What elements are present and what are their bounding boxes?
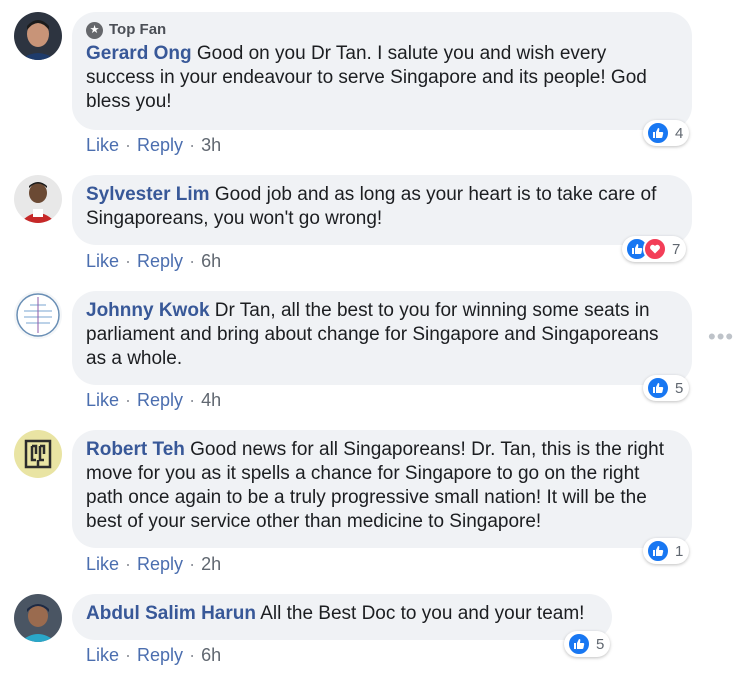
separator-dot: ·	[189, 251, 196, 271]
comment-bubble: ★ Top Fan Gerard Ong Good on you Dr Tan.…	[72, 12, 692, 130]
avatar[interactable]	[14, 291, 62, 339]
comment-timestamp[interactable]: 2h	[201, 554, 221, 574]
separator-dot: ·	[125, 251, 132, 271]
comment-actions: Like · Reply · 2h	[86, 553, 221, 575]
reaction-count: 5	[596, 635, 605, 653]
comment-author[interactable]: Sylvester Lim	[86, 184, 210, 205]
badge-label: Top Fan	[109, 21, 167, 38]
separator-dot: ·	[189, 135, 196, 155]
like-link[interactable]: Like	[86, 554, 119, 574]
comment-bubble: Sylvester Lim Good job and as long as yo…	[72, 175, 692, 245]
comment-author[interactable]: Robert Teh	[86, 439, 185, 460]
comment-timestamp[interactable]: 4h	[201, 390, 221, 410]
reactions-summary[interactable]: 5	[564, 631, 611, 657]
reply-link[interactable]: Reply	[137, 645, 183, 665]
comment-author[interactable]: Abdul Salim Harun	[86, 603, 256, 624]
comment-bubble: Robert Teh Good news for all Singaporean…	[72, 430, 692, 548]
reply-link[interactable]: Reply	[137, 554, 183, 574]
star-badge-icon: ★	[86, 21, 103, 39]
separator-dot: ·	[125, 554, 132, 574]
comment-text: All the Best Doc to you and your team!	[260, 603, 585, 624]
comment-bubble: Abdul Salim Harun All the Best Doc to yo…	[72, 594, 612, 640]
reply-link[interactable]: Reply	[137, 135, 183, 155]
reactions-summary[interactable]: 4	[643, 120, 690, 146]
heart-icon	[643, 237, 667, 261]
reply-link[interactable]: Reply	[137, 390, 183, 410]
comment-author[interactable]: Johnny Kwok	[86, 300, 210, 321]
reaction-count: 5	[675, 379, 684, 397]
separator-dot: ·	[125, 645, 132, 665]
separator-dot: ·	[125, 390, 132, 410]
comment-author[interactable]: Gerard Ong	[86, 43, 192, 64]
comment-actions: Like · Reply · 6h	[86, 250, 221, 272]
comment-actions: Like · Reply · 3h	[86, 134, 221, 156]
comment-timestamp[interactable]: 6h	[201, 645, 221, 665]
comment-actions: Like · Reply · 4h	[86, 389, 221, 411]
avatar[interactable]	[14, 430, 62, 478]
more-options-icon[interactable]: •••	[708, 326, 734, 348]
reply-link[interactable]: Reply	[137, 251, 183, 271]
like-link[interactable]: Like	[86, 251, 119, 271]
thumbs-up-icon	[646, 121, 670, 145]
avatar[interactable]	[14, 12, 62, 60]
reactions-summary[interactable]: 5	[643, 375, 690, 401]
reaction-count: 7	[672, 240, 681, 258]
like-link[interactable]: Like	[86, 135, 119, 155]
like-link[interactable]: Like	[86, 645, 119, 665]
thumbs-up-icon	[646, 376, 670, 400]
avatar[interactable]	[14, 594, 62, 642]
comment-actions: Like · Reply · 6h	[86, 644, 221, 666]
reaction-count: 1	[675, 542, 684, 560]
avatar[interactable]	[14, 175, 62, 223]
comment-bubble: Johnny Kwok Dr Tan, all the best to you …	[72, 291, 692, 385]
top-fan-badge: ★ Top Fan	[86, 20, 678, 40]
reactions-summary[interactable]: 7	[622, 236, 687, 262]
like-link[interactable]: Like	[86, 390, 119, 410]
comment-timestamp[interactable]: 3h	[201, 135, 221, 155]
comment-timestamp[interactable]: 6h	[201, 251, 221, 271]
separator-dot: ·	[189, 390, 196, 410]
reactions-summary[interactable]: 1	[643, 538, 690, 564]
separator-dot: ·	[125, 135, 132, 155]
separator-dot: ·	[189, 645, 196, 665]
separator-dot: ·	[189, 554, 196, 574]
thumbs-up-icon	[567, 632, 591, 656]
reaction-count: 4	[675, 124, 684, 142]
thumbs-up-icon	[646, 539, 670, 563]
